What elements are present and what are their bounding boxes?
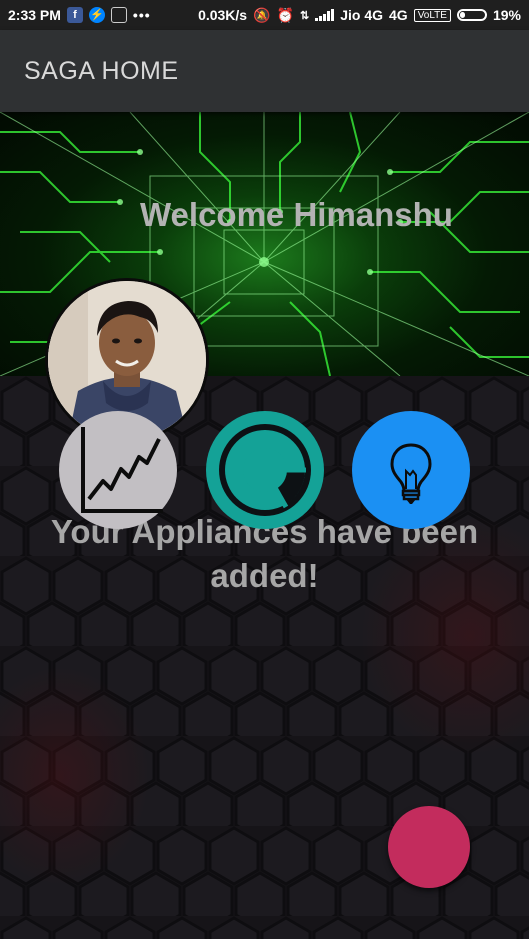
line-chart-icon xyxy=(81,427,163,513)
battery-percent: 19% xyxy=(492,7,521,23)
app-icon xyxy=(110,7,127,23)
floating-action-button[interactable] xyxy=(388,806,470,888)
volte-badge: VoLTE xyxy=(413,8,451,22)
analytics-button[interactable] xyxy=(59,411,177,529)
mute-icon: 🔕 xyxy=(253,6,271,23)
carrier-label: Jio 4G xyxy=(340,7,383,23)
network-speed: 0.03K/s xyxy=(198,7,248,23)
appliances-button[interactable] xyxy=(352,411,470,529)
app-title: SAGA HOME xyxy=(24,56,179,85)
network-type-label: 4G xyxy=(389,7,408,23)
more-icon: ••• xyxy=(132,7,151,23)
app-bar: SAGA HOME xyxy=(0,30,529,112)
usage-button[interactable] xyxy=(206,411,324,529)
battery-fill xyxy=(459,12,465,18)
ring-chart-icon xyxy=(207,412,323,528)
signal-icon xyxy=(315,9,335,21)
lightbulb-icon xyxy=(390,443,432,504)
messenger-icon: ⚡ xyxy=(88,7,105,23)
status-left: 2:33 PM f ⚡ ••• xyxy=(8,7,151,23)
app-screen: 2:33 PM f ⚡ ••• 0.03K/s 🔕 ⏰ ⇅ Jio 4G 4G … xyxy=(0,0,529,939)
alarm-icon: ⏰ xyxy=(276,6,294,23)
welcome-text: Welcome Himanshu xyxy=(140,196,453,233)
battery-icon xyxy=(456,9,487,21)
status-right: 0.03K/s 🔕 ⏰ ⇅ Jio 4G 4G VoLTE 19% xyxy=(198,7,521,24)
facebook-icon: f xyxy=(66,7,83,23)
status-bar: 2:33 PM f ⚡ ••• 0.03K/s 🔕 ⏰ ⇅ Jio 4G 4G … xyxy=(0,0,529,30)
status-time: 2:33 PM xyxy=(8,7,61,23)
data-icon: ⇅ xyxy=(299,9,310,22)
